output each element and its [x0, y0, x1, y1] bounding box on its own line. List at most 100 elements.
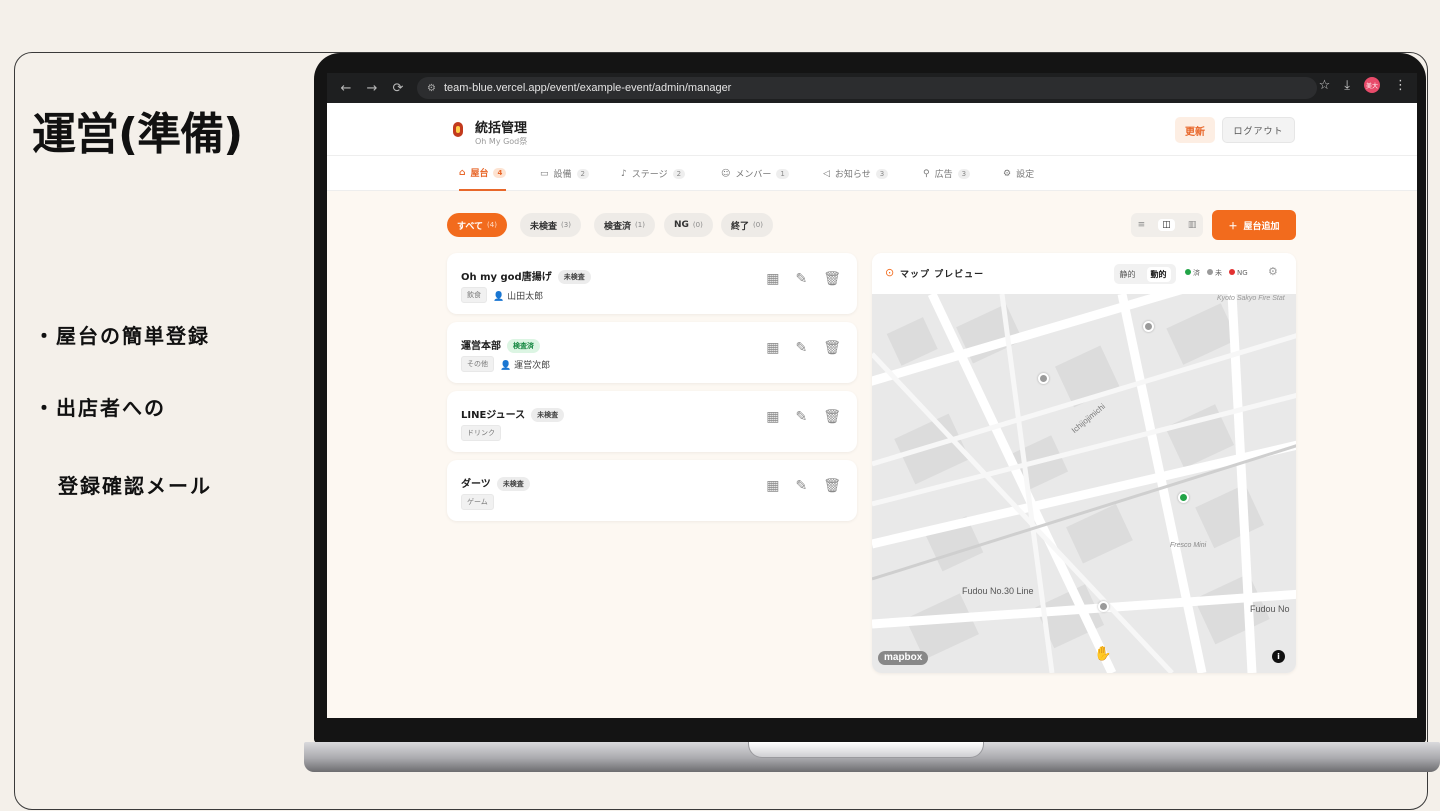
status-badge: 未検査	[557, 270, 591, 284]
tab-ads[interactable]: ⚲ 広告 3	[923, 156, 971, 191]
bookmark-star-icon[interactable]: ☆	[1319, 78, 1331, 93]
category-tag: 飲食	[461, 287, 487, 303]
profile-avatar[interactable]: 美大	[1364, 77, 1380, 93]
qr-code-icon[interactable]: ▦	[766, 409, 779, 425]
app-header: 統括管理 Oh My God祭 更新 ログアウト	[327, 103, 1417, 156]
map-legend: 済 未 NG	[1185, 268, 1248, 278]
map-view-icon[interactable]: ▥	[1188, 220, 1197, 230]
pan-hand-icon: ✋	[1094, 646, 1112, 662]
megaphone-icon: ◁	[823, 168, 830, 179]
qr-code-icon[interactable]: ▦	[766, 340, 779, 356]
qr-code-icon[interactable]: ▦	[766, 478, 779, 494]
legend-pending: 未	[1207, 268, 1222, 278]
stall-name: 運営本部 検査済	[461, 337, 540, 353]
map-canvas[interactable]: Kyoto Sakyo Fire Stat Ichijojimichi Fres…	[872, 294, 1296, 673]
filter-finished[interactable]: 終了 (0)	[721, 213, 773, 237]
view-toggle: ≡ ◫ ▥	[1131, 213, 1203, 237]
filter-label: 未検査	[530, 221, 558, 232]
map-settings-icon[interactable]: ⚙	[1268, 265, 1278, 278]
bullet-exhibitor: ・出店者への	[34, 396, 166, 420]
legend-label: NG	[1237, 269, 1248, 277]
mode-dynamic-button[interactable]: 動的	[1146, 266, 1171, 282]
add-stall-button[interactable]: ＋ 屋台追加	[1212, 210, 1296, 240]
filter-label: すべて	[457, 221, 484, 232]
laptop-notch	[748, 742, 984, 758]
map-title: マップ プレビュー	[900, 270, 985, 280]
stall-marker[interactable]	[1038, 373, 1049, 384]
map-streets	[872, 294, 1296, 673]
stall-marker[interactable]	[1098, 601, 1109, 612]
stall-card[interactable]: LINEジュース 未検査 ドリンク ▦ ✎ 🗑	[447, 391, 857, 452]
trash-icon[interactable]: 🗑	[823, 340, 841, 356]
tab-settings[interactable]: ⚙ 設定	[1003, 156, 1034, 191]
signpost-icon: ⚲	[923, 168, 930, 179]
laptop-screen: ← → ⟳ ⚙ team-blue.vercel.app/event/examp…	[327, 73, 1417, 718]
person-icon: 👤	[493, 291, 505, 302]
filter-inspected[interactable]: 検査済 (1)	[594, 213, 655, 237]
forward-icon[interactable]: →	[365, 81, 379, 96]
filter-label: 検査済	[604, 221, 632, 232]
trash-icon[interactable]: 🗑	[823, 409, 841, 425]
category-tag: その他	[461, 356, 494, 372]
qr-code-icon[interactable]: ▦	[766, 271, 779, 287]
filter-count: (0)	[753, 221, 763, 229]
bullet-confirmation-mail: 登録確認メール	[58, 474, 212, 498]
stall-marker[interactable]	[1143, 321, 1154, 332]
stall-card[interactable]: Oh my god唐揚げ 未検査 飲食 👤 山田太郎 ▦ ✎ 🗑	[447, 253, 857, 314]
edit-pencil-icon[interactable]: ✎	[795, 478, 807, 494]
tab-count: 3	[957, 168, 971, 179]
filter-label: NG	[674, 220, 689, 230]
person-text: 運営次郎	[514, 360, 551, 371]
tab-count: 1	[776, 168, 789, 179]
tab-stalls[interactable]: ⌂ 屋台 4	[459, 156, 507, 191]
filter-uninspected[interactable]: 未検査 (3)	[520, 213, 581, 237]
download-icon[interactable]: ⤓	[1344, 78, 1350, 93]
mapbox-logo[interactable]: mapbox	[878, 651, 929, 665]
menu-kebab-icon[interactable]: ⋮	[1394, 78, 1407, 93]
tab-label: 設定	[1016, 170, 1035, 180]
tab-stage[interactable]: ♪ ステージ 2	[621, 156, 686, 191]
plus-icon: ＋	[1228, 221, 1238, 232]
tab-label: 広告	[934, 170, 953, 180]
tab-bar: ⌂ 屋台 4 ▭ 設備 2 ♪ ステージ 2 ☺ メンバー 1 ◁ お知らせ 3…	[327, 156, 1417, 191]
edit-pencil-icon[interactable]: ✎	[795, 271, 807, 287]
map-preview-panel: ⊙ マップ プレビュー 静的 動的 済 未 NG ⚙ Kyoto Sakyo F…	[872, 253, 1296, 673]
stall-card[interactable]: 運営本部 検査済 その他 👤 運営次郎 ▦ ✎ 🗑	[447, 322, 857, 383]
filter-all[interactable]: すべて (4)	[447, 213, 507, 237]
status-badge: 未検査	[496, 477, 530, 491]
legend-label: 未	[1215, 269, 1222, 277]
address-bar[interactable]: ⚙ team-blue.vercel.app/event/example-eve…	[417, 77, 1317, 99]
stall-card[interactable]: ダーツ 未検査 ゲーム ▦ ✎ 🗑	[447, 460, 857, 521]
back-icon[interactable]: ←	[339, 81, 353, 96]
list-view-icon[interactable]: ≡	[1138, 220, 1146, 230]
logout-button[interactable]: ログアウト	[1222, 117, 1295, 143]
update-button[interactable]: 更新	[1175, 117, 1215, 143]
person-name: 👤 山田太郎	[493, 289, 543, 302]
tab-label: お知らせ	[834, 170, 871, 180]
filter-ng[interactable]: NG (0)	[664, 213, 713, 237]
lantern-logo-icon	[453, 122, 463, 137]
trash-icon[interactable]: 🗑	[823, 478, 841, 494]
info-icon[interactable]: i	[1272, 650, 1285, 663]
site-settings-icon[interactable]: ⚙	[427, 83, 436, 94]
person-name: 👤 運営次郎	[500, 358, 550, 371]
tab-label: 屋台	[470, 169, 489, 179]
users-icon: ☺	[721, 168, 731, 179]
event-name: Oh My God祭	[475, 137, 528, 146]
tab-equipment[interactable]: ▭ 設備 2	[540, 156, 589, 191]
street-label: Kyoto Sakyo Fire Stat	[1217, 295, 1285, 302]
stall-marker-inspected[interactable]	[1178, 492, 1189, 503]
reload-icon[interactable]: ⟳	[391, 81, 405, 96]
street-label: Fresco Mini	[1170, 542, 1207, 549]
trash-icon[interactable]: 🗑	[823, 271, 841, 287]
category-tag: ゲーム	[461, 494, 494, 510]
edit-pencil-icon[interactable]: ✎	[795, 340, 807, 356]
mode-static-button[interactable]: 静的	[1120, 269, 1136, 280]
tab-announcements[interactable]: ◁ お知らせ 3	[823, 156, 889, 191]
edit-pencil-icon[interactable]: ✎	[795, 409, 807, 425]
map-pin-icon: ⊙	[885, 266, 895, 279]
tab-members[interactable]: ☺ メンバー 1	[721, 156, 789, 191]
add-stall-label: 屋台追加	[1243, 221, 1280, 232]
split-view-icon[interactable]: ◫	[1158, 219, 1175, 231]
stall-name-text: Oh my god唐揚げ	[461, 272, 552, 283]
